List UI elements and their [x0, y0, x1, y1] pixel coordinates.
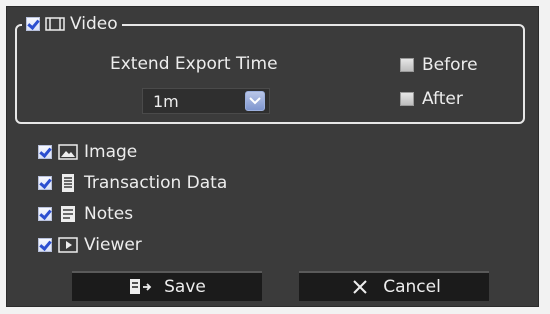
close-icon	[347, 277, 373, 297]
image-label: Image	[84, 142, 138, 162]
viewer-icon	[58, 235, 78, 255]
notes-label: Notes	[84, 204, 134, 224]
transaction-data-option[interactable]: Transaction Data	[38, 171, 227, 195]
notes-checkbox[interactable]	[38, 207, 52, 221]
export-dialog: Video Extend Export Time 1m Before After…	[0, 0, 550, 314]
chevron-down-icon[interactable]	[245, 91, 265, 111]
save-button-label: Save	[164, 277, 206, 297]
notes-icon	[58, 204, 78, 224]
duration-select-value: 1m	[153, 92, 179, 111]
extend-export-time-label: Extend Export Time	[110, 54, 278, 74]
image-option[interactable]: Image	[38, 140, 137, 164]
before-checkbox[interactable]	[400, 58, 414, 72]
transaction-data-checkbox[interactable]	[38, 176, 52, 190]
image-icon	[58, 142, 78, 162]
transaction-data-label: Transaction Data	[84, 173, 228, 193]
cancel-button[interactable]: Cancel	[299, 271, 489, 301]
transaction-data-icon	[58, 173, 78, 193]
cancel-button-label: Cancel	[383, 277, 441, 297]
viewer-option[interactable]: Viewer	[38, 233, 142, 257]
after-checkbox[interactable]	[400, 92, 414, 106]
before-option[interactable]: Before	[400, 55, 478, 75]
image-checkbox[interactable]	[38, 145, 52, 159]
video-group-legend: Video	[22, 12, 122, 36]
video-checkbox[interactable]	[26, 17, 40, 31]
save-button[interactable]: Save	[72, 271, 262, 301]
notes-option[interactable]: Notes	[38, 202, 133, 226]
video-label: Video	[70, 14, 118, 34]
after-option[interactable]: After	[400, 89, 463, 109]
viewer-checkbox[interactable]	[38, 238, 52, 252]
before-label: Before	[422, 55, 478, 75]
duration-select[interactable]: 1m	[142, 88, 270, 114]
film-icon	[44, 15, 66, 33]
viewer-label: Viewer	[84, 235, 142, 255]
after-label: After	[422, 89, 463, 109]
save-export-icon	[128, 277, 154, 297]
